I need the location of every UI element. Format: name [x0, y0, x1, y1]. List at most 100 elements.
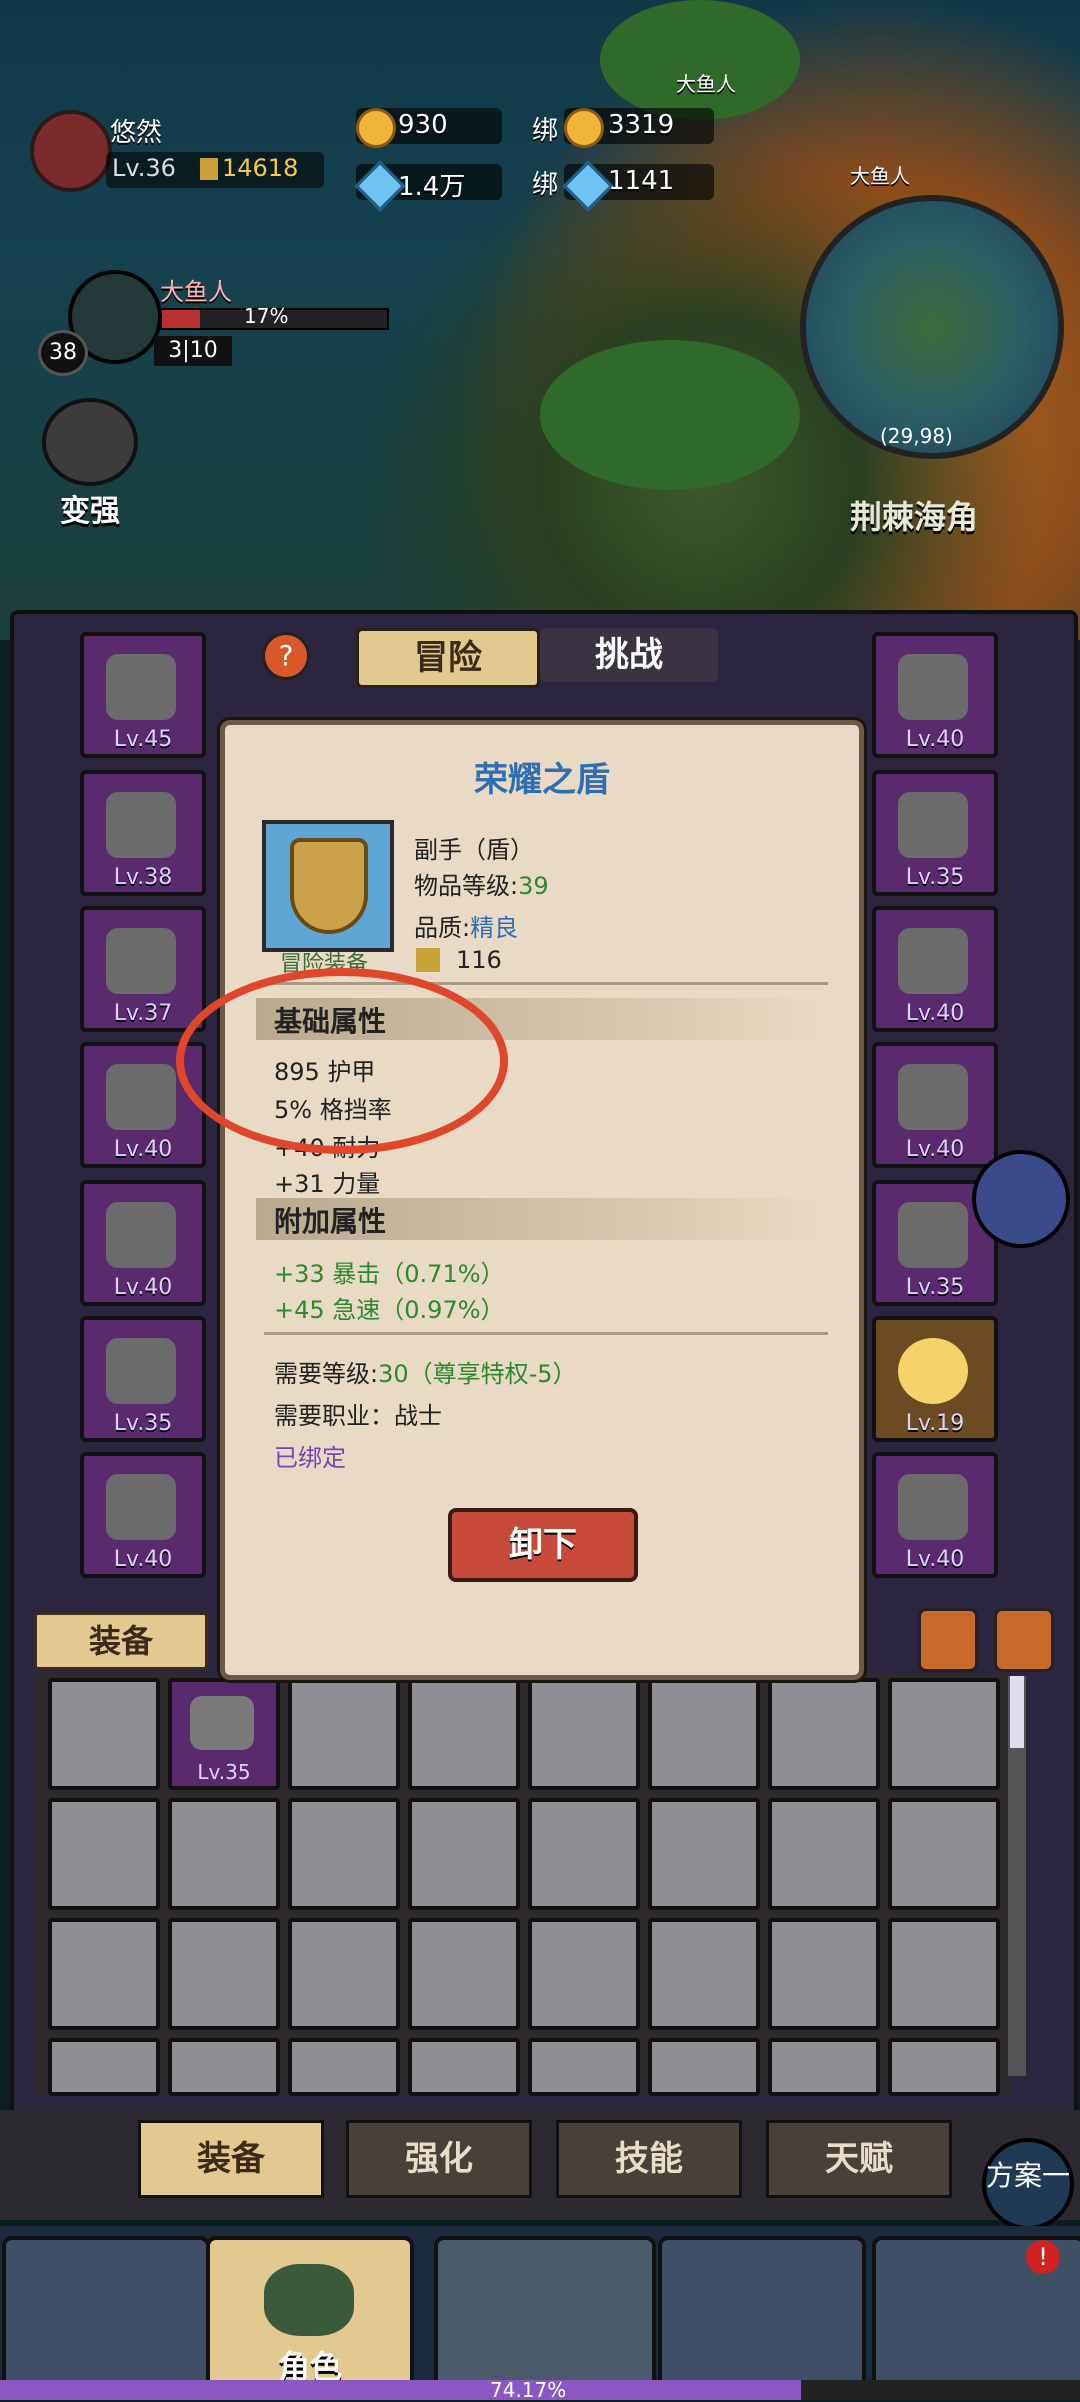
inventory-cell[interactable] [528, 2038, 640, 2096]
equip-slot-necklace[interactable]: Lv.38 [80, 770, 206, 896]
inventory-cell[interactable] [888, 2038, 1000, 2096]
inventory-grid: Lv.35 [34, 1674, 1010, 2096]
inventory-cell[interactable] [528, 1918, 640, 2030]
inventory-cell[interactable] [888, 1918, 1000, 2030]
equip-slot-gloves[interactable]: Lv.40 [80, 1452, 206, 1578]
minimap[interactable] [800, 195, 1064, 459]
slot-level: Lv.40 [905, 727, 965, 752]
chat-icon[interactable] [972, 1150, 1070, 1248]
tab-enhance[interactable]: 强化 [346, 2120, 532, 2198]
scrollbar-thumb[interactable] [1010, 1676, 1024, 1748]
inventory-cell[interactable] [768, 1678, 880, 1790]
broom-icon[interactable] [994, 1608, 1054, 1672]
bracer-icon [106, 1338, 176, 1404]
inventory-tab-equipment[interactable]: 装备 [34, 1612, 208, 1670]
shoulder-icon [106, 928, 176, 994]
item-title: 荣耀之盾 [474, 760, 610, 800]
sun-icon [898, 1338, 968, 1404]
inventory-cell[interactable] [768, 1918, 880, 2030]
equip-slot-boots[interactable]: Lv.40 [872, 906, 998, 1032]
inventory-cell[interactable] [768, 2038, 880, 2096]
inventory-cell[interactable] [288, 1678, 400, 1790]
equip-slot-ring-1[interactable]: Lv.40 [872, 1042, 998, 1168]
inventory-cell[interactable] [528, 1798, 640, 1910]
equip-slot-shoulder[interactable]: Lv.37 [80, 906, 206, 1032]
equip-slot-helmet[interactable]: Lv.45 [80, 632, 206, 758]
inventory-cell[interactable]: Lv.35 [168, 1678, 280, 1790]
tab-adventure[interactable]: 冒险 [356, 628, 540, 688]
inventory-tab-label: 装备 [88, 1622, 153, 1660]
inventory-cell[interactable] [48, 1798, 160, 1910]
coin-value: 930 [398, 110, 448, 140]
inventory-cell[interactable] [288, 2038, 400, 2096]
map-coordinates: (29,98) [880, 424, 953, 448]
boss-hp-fill [162, 310, 200, 328]
slot-level: Lv.35 [905, 865, 965, 890]
gem-value[interactable]: 1.4万 [398, 166, 465, 203]
helmet-icon [106, 654, 176, 720]
slot-level: Lv.35 [905, 1275, 965, 1300]
inventory-cell[interactable] [48, 1678, 160, 1790]
equip-slot-legs[interactable]: Lv.35 [872, 770, 998, 896]
bound-gem-value[interactable]: 1141 [608, 166, 674, 196]
bound-status: 已绑定 [274, 1444, 346, 1472]
crossed-swords-icon [416, 948, 440, 972]
required-level-label: 需要等级: [274, 1360, 379, 1388]
inventory-cell[interactable] [648, 1678, 760, 1790]
home-icon[interactable] [918, 1608, 978, 1672]
ring-icon [898, 1064, 968, 1130]
bound-coin-value[interactable]: 3319 [608, 110, 674, 140]
inventory-cell[interactable] [408, 1678, 520, 1790]
highlight-circle [176, 968, 508, 1154]
inventory-cell[interactable] [648, 2038, 760, 2096]
inventory-cell[interactable] [288, 1918, 400, 2030]
player-power: 14618 [222, 154, 299, 182]
nav-character[interactable]: 角色 [206, 2236, 414, 2394]
inventory-cell[interactable] [168, 1798, 280, 1910]
required-level-value: 30（尊享特权-5） [378, 1360, 577, 1388]
help-button[interactable]: ? [262, 632, 310, 680]
tab-challenge[interactable]: 挑战 [540, 628, 718, 682]
inventory-cell[interactable] [408, 1798, 520, 1910]
equip-slot-bracer[interactable]: Lv.35 [80, 1316, 206, 1442]
tab-skills[interactable]: 技能 [556, 2120, 742, 2198]
inventory-cell[interactable] [168, 2038, 280, 2096]
inventory-cell[interactable] [648, 1798, 760, 1910]
inventory-cell[interactable] [648, 1918, 760, 2030]
unequip-button[interactable]: 卸下 [448, 1508, 638, 1582]
equip-slot-trinket-2[interactable]: Lv.40 [872, 1452, 998, 1578]
ring-icon [898, 1202, 968, 1268]
equip-slot-cloak[interactable]: Lv.40 [80, 1180, 206, 1306]
inventory-cell[interactable] [888, 1798, 1000, 1910]
inventory-cell[interactable] [888, 1678, 1000, 1790]
shield-icon [290, 838, 368, 934]
player-avatar[interactable] [30, 110, 112, 192]
strengthen-button[interactable]: 变强 [40, 398, 140, 529]
slot-level: Lv.45 [113, 727, 173, 752]
nav-adventure[interactable] [2, 2236, 210, 2394]
inventory-cell[interactable] [408, 1918, 520, 2030]
nav-guild[interactable] [658, 2236, 866, 2394]
equip-slot-trinket-1[interactable]: Lv.19 [872, 1316, 998, 1442]
inventory-cell[interactable] [168, 1918, 280, 2030]
player-level: Lv.36 [112, 154, 176, 182]
tab-equipment[interactable]: 装备 [138, 2120, 324, 2198]
quality-label: 品质: [414, 914, 471, 942]
inventory-cell[interactable] [48, 1918, 160, 2030]
slot-level: Lv.38 [113, 865, 173, 890]
inventory-cell[interactable] [528, 1678, 640, 1790]
inventory-cell[interactable] [768, 1798, 880, 1910]
nav-battle[interactable] [434, 2236, 656, 2394]
inventory-cell[interactable] [408, 2038, 520, 2096]
slot-level: Lv.19 [905, 1411, 965, 1436]
slot-level: Lv.40 [905, 1137, 965, 1162]
loadout-plan-button[interactable]: 方案一 [982, 2138, 1074, 2230]
tab-talents[interactable]: 天赋 [766, 2120, 952, 2198]
hooded-hero-icon [264, 2264, 354, 2336]
chest-armor-icon [106, 1064, 176, 1130]
equip-slot-belt[interactable]: Lv.40 [872, 632, 998, 758]
inventory-cell[interactable] [288, 1798, 400, 1910]
inventory-cell[interactable] [48, 2038, 160, 2096]
quality-value: 精良 [470, 914, 519, 942]
player-name: 悠然 [110, 118, 163, 148]
